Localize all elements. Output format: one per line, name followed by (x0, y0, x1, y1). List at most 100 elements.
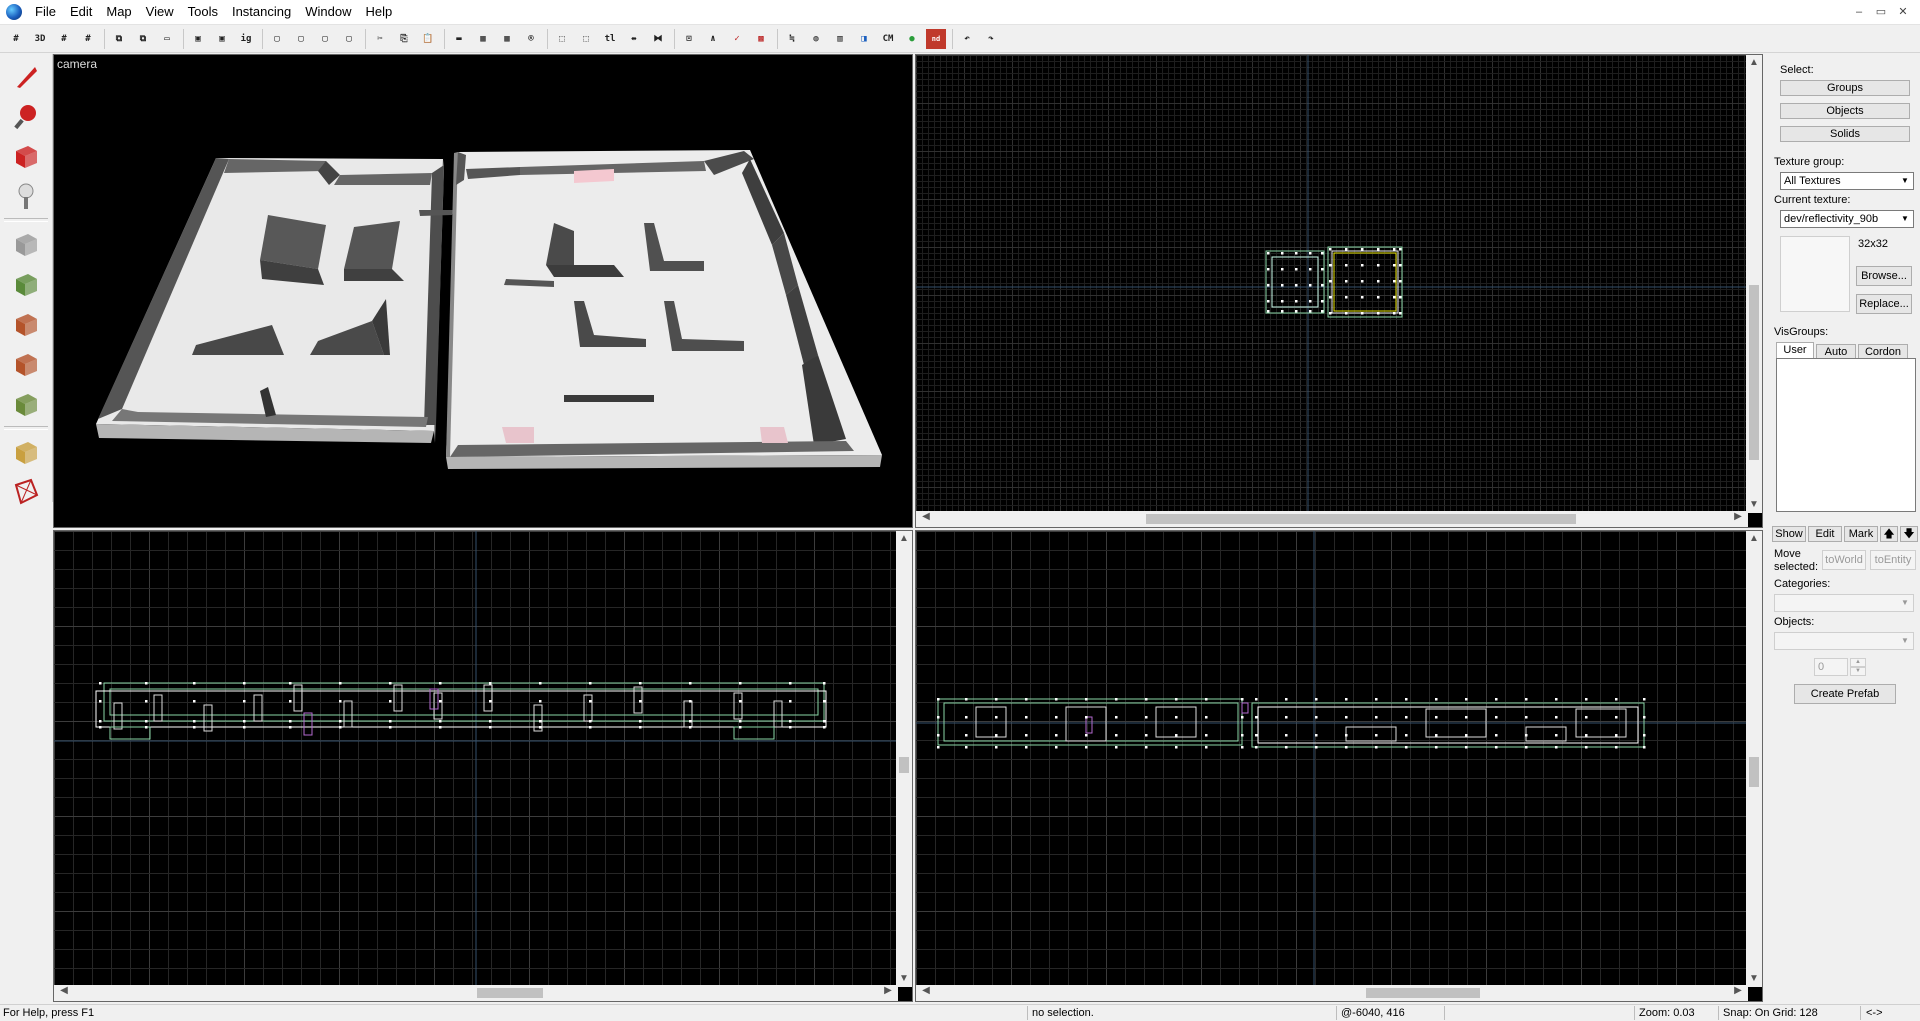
mark-button[interactable]: Mark (1844, 526, 1878, 542)
select-solids-button[interactable]: Solids (1780, 126, 1910, 142)
hide-icon[interactable]: ▭ (157, 29, 177, 49)
sphere-icon[interactable]: ◍ (806, 29, 826, 49)
browse-button[interactable]: Browse... (1856, 266, 1912, 286)
top-2d-viewport[interactable]: ▲ ▼ ◀ ▶ (915, 54, 1763, 528)
select-groups-button[interactable]: Groups (1780, 80, 1910, 96)
select-2-icon[interactable]: ▣ (212, 29, 232, 49)
close-icon[interactable]: ✕ (1892, 0, 1914, 24)
grid-smaller-icon[interactable]: # (54, 29, 74, 49)
scroll-down-icon[interactable]: ▼ (1746, 973, 1762, 984)
scroll-thumb[interactable] (1146, 514, 1576, 524)
nodraw-icon[interactable]: nd (926, 28, 946, 49)
hollow-icon[interactable]: ⧓ (648, 29, 668, 49)
objects-select[interactable]: ▼ (1774, 632, 1914, 650)
solid-3-icon[interactable]: ▢ (315, 29, 335, 49)
overlay-icon[interactable]: ▩ (751, 29, 771, 49)
to-entity-button[interactable]: toEntity (1870, 550, 1916, 570)
carve-icon[interactable]: ⧉ (109, 29, 129, 49)
solid-icon[interactable]: ▢ (267, 29, 287, 49)
magnify-tool-icon[interactable] (6, 98, 46, 134)
scroll-thumb[interactable] (899, 757, 909, 773)
scroll-thumb[interactable] (1749, 285, 1759, 460)
side-view-vscroll[interactable]: ▲ ▼ (1746, 531, 1762, 987)
top-view-hscroll[interactable]: ◀ ▶ (916, 511, 1748, 527)
count-input[interactable]: 0 (1814, 658, 1848, 676)
wireframe-icon[interactable]: ▥ (830, 29, 850, 49)
to-world-button[interactable]: toWorld (1822, 550, 1866, 570)
selection-tool-icon[interactable] (6, 58, 46, 94)
show-button[interactable]: Show (1772, 526, 1806, 542)
clipping-tool-icon[interactable] (6, 434, 46, 470)
copy-icon[interactable]: ⎘ (394, 29, 414, 49)
vertex-icon[interactable]: ✓ (727, 29, 747, 49)
texture-icon[interactable]: ▦ (473, 29, 493, 49)
3d-grid-icon[interactable]: 3D (30, 29, 50, 49)
menu-map[interactable]: Map (99, 0, 138, 24)
spin-up-icon[interactable]: ▲ (1850, 658, 1866, 667)
scroll-left-icon[interactable]: ◀ (918, 985, 934, 996)
select-objects-button[interactable]: Objects (1780, 103, 1910, 119)
tl-icon[interactable]: tl (600, 29, 620, 49)
model-icon[interactable]: ⊡ (679, 29, 699, 49)
edit-button[interactable]: Edit (1808, 526, 1842, 542)
camera-viewport[interactable]: camera (53, 54, 913, 528)
solid-2-icon[interactable]: ▢ (291, 29, 311, 49)
scroll-up-icon[interactable]: ▲ (1746, 533, 1762, 544)
blocks-icon[interactable]: ◨ (854, 29, 874, 49)
overlay-tool-icon[interactable] (6, 386, 46, 422)
decal-tool-icon[interactable] (6, 346, 46, 382)
bbox-icon[interactable]: ⬚ (552, 29, 572, 49)
move-up-icon[interactable]: 🡅 (1880, 526, 1898, 542)
vertex-tool-icon[interactable] (6, 474, 46, 510)
scroll-down-icon[interactable]: ▼ (896, 973, 912, 984)
top-view-vscroll[interactable]: ▲ ▼ (1746, 55, 1762, 513)
restore-icon[interactable]: ▭ (1870, 0, 1892, 24)
texture-group-select[interactable]: All Textures ▼ (1780, 172, 1914, 190)
scroll-right-icon[interactable]: ▶ (880, 985, 896, 996)
ignore-groups-icon[interactable]: ig (236, 29, 256, 49)
entity-tool-icon[interactable] (6, 178, 46, 214)
menu-instancing[interactable]: Instancing (225, 0, 298, 24)
block-tool-icon[interactable] (6, 226, 46, 262)
scroll-up-icon[interactable]: ▲ (896, 533, 912, 544)
apply-texture-icon[interactable] (6, 306, 46, 342)
scroll-thumb[interactable] (1749, 757, 1759, 787)
cm-icon[interactable]: CM (878, 29, 898, 49)
scroll-left-icon[interactable]: ◀ (56, 985, 72, 996)
cut-icon[interactable]: ✂ (370, 29, 390, 49)
scroll-left-icon[interactable]: ◀ (918, 511, 934, 522)
grid-icon[interactable]: # (6, 29, 26, 49)
tab-user[interactable]: User (1776, 342, 1814, 358)
side-view-hscroll[interactable]: ◀ ▶ (916, 985, 1748, 1001)
categories-select[interactable]: ▼ (1774, 594, 1914, 612)
side-2d-viewport[interactable]: ▲ ▼ ◀ ▶ (915, 530, 1763, 1002)
paste-icon[interactable]: 📋 (418, 29, 438, 49)
camera-tool-icon[interactable] (6, 138, 46, 174)
texture-2-icon[interactable]: ▦ (497, 29, 517, 49)
menu-edit[interactable]: Edit (63, 0, 99, 24)
front-view-hscroll[interactable]: ◀ ▶ (54, 985, 898, 1001)
green-icon[interactable]: ● (902, 29, 922, 49)
visgroup-list[interactable] (1776, 358, 1916, 512)
replace-button[interactable]: Replace... (1856, 294, 1912, 314)
menu-window[interactable]: Window (298, 0, 358, 24)
front-2d-viewport[interactable]: ▲ ▼ ◀ ▶ (53, 530, 913, 1002)
scroll-right-icon[interactable]: ▶ (1730, 511, 1746, 522)
move-down-icon[interactable]: 🡇 (1900, 526, 1918, 542)
select-tool-icon[interactable]: ⬚ (576, 29, 596, 49)
scroll-up-icon[interactable]: ▲ (1746, 57, 1762, 68)
minimize-icon[interactable]: – (1848, 0, 1870, 24)
menu-tools[interactable]: Tools (181, 0, 225, 24)
undo-icon[interactable]: ↶ (957, 29, 977, 49)
grid-larger-icon[interactable]: # (78, 29, 98, 49)
menu-file[interactable]: File (28, 0, 63, 24)
align-icon[interactable]: ≒ (782, 29, 802, 49)
front-view-vscroll[interactable]: ▲ ▼ (896, 531, 912, 987)
texture-lock-icon[interactable]: ▬ (449, 29, 469, 49)
angle-icon[interactable]: ∧ (703, 29, 723, 49)
scroll-thumb[interactable] (477, 988, 543, 998)
solid-4-icon[interactable]: ▢ (339, 29, 359, 49)
radius-icon[interactable]: ® (521, 29, 541, 49)
group-icon[interactable]: ⧉ (133, 29, 153, 49)
redo-icon[interactable]: ↷ (981, 29, 1001, 49)
